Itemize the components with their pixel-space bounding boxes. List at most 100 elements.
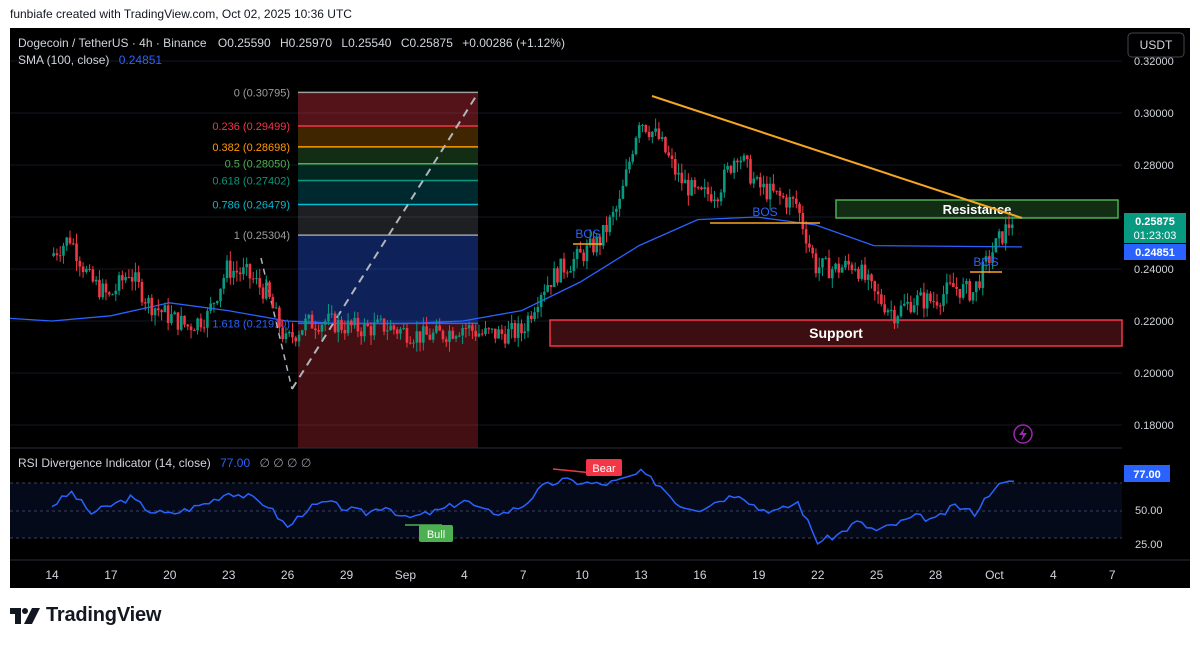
price-chart[interactable]: 0 (0.30795) 0.236 (0.29499) 0.382 (0.28698… [10,28,1190,588]
candle-body[interactable] [804,229,808,244]
candle-body[interactable] [490,328,494,330]
candle-body[interactable] [212,303,216,305]
candle-body[interactable] [261,287,265,299]
candle-body[interactable] [137,272,140,283]
candle-body[interactable] [88,268,91,270]
candle-body[interactable] [520,323,523,334]
candle-body[interactable] [876,291,880,295]
candle-body[interactable] [422,326,425,343]
candle-body[interactable] [651,131,654,138]
candle-body[interactable] [268,282,271,297]
candle-body[interactable] [893,309,896,324]
candle-body[interactable] [1010,224,1014,228]
candle-body[interactable] [111,294,114,296]
candle-body[interactable] [428,334,432,340]
candle-body[interactable] [1007,224,1011,228]
candle-body[interactable] [961,284,965,298]
candle-body[interactable] [183,315,186,325]
candle-body[interactable] [896,316,900,324]
candle-body[interactable] [392,325,396,330]
candle-body[interactable] [719,192,723,202]
candle-body[interactable] [615,208,618,212]
sma-line[interactable] [10,216,1023,325]
candle-body[interactable] [585,245,589,262]
candle-body[interactable] [500,329,504,335]
candle-body[interactable] [732,160,736,173]
candle-body[interactable] [330,313,334,315]
candle-body[interactable] [425,326,428,335]
candle-body[interactable] [448,330,451,342]
candle-body[interactable] [850,264,854,271]
candle-body[interactable] [562,258,566,273]
candle-body[interactable] [749,159,752,184]
candle-body[interactable] [170,314,173,323]
candle-body[interactable] [202,327,206,329]
candle-body[interactable] [55,253,59,256]
candle-body[interactable] [372,322,376,336]
candle-body[interactable] [546,285,549,292]
candle-body[interactable] [399,329,402,334]
candle-body[interactable] [317,330,320,332]
candle-body[interactable] [713,199,716,202]
candle-body[interactable] [529,315,533,320]
candle-body[interactable] [759,177,762,188]
candle-body[interactable] [824,257,828,259]
candle-body[interactable] [310,314,314,329]
candle-body[interactable] [294,337,298,342]
candle-body[interactable] [886,310,890,313]
candle-body[interactable] [857,268,860,279]
symbol-legend[interactable]: Dogecoin / TetherUS · 4h · Binance O0.25… [18,36,565,67]
candle-body[interactable] [353,317,356,326]
candle-body[interactable] [153,308,157,316]
candle-body[interactable] [176,312,180,330]
candle-body[interactable] [693,180,697,188]
candle-body[interactable] [683,179,687,184]
candle-body[interactable] [209,303,212,311]
candle-body[interactable] [363,323,366,337]
candle-body[interactable] [536,307,540,313]
candle-body[interactable] [98,279,101,298]
time-axis[interactable]: 14 17 20 23 26 29 Sep 4 7 10 13 16 19 22 25 28 Oct 4 7 [45,568,1116,582]
candle-body[interactable] [565,272,569,274]
candle-body[interactable] [389,325,392,331]
candle-body[interactable] [484,328,487,335]
candle-body[interactable] [94,279,98,282]
candle-body[interactable] [441,330,445,340]
candle-body[interactable] [880,294,883,305]
candle-body[interactable] [255,278,258,280]
candle-body[interactable] [791,197,795,199]
lightning-icon[interactable] [1013,424,1033,444]
candle-body[interactable] [71,243,75,245]
candle-body[interactable] [821,258,824,268]
candle-body[interactable] [929,293,932,302]
candle-body[interactable] [323,321,327,325]
candle-body[interactable] [899,305,903,317]
candle-body[interactable] [376,319,379,323]
candle-body[interactable] [343,329,347,334]
candle-body[interactable] [889,309,893,311]
candle-body[interactable] [549,285,553,288]
candle-body[interactable] [251,278,255,280]
candle-body[interactable] [611,211,615,217]
candle-body[interactable] [703,187,706,190]
candle-body[interactable] [801,213,805,230]
candle-body[interactable] [817,267,821,274]
candle-body[interactable] [752,178,756,184]
candle-body[interactable] [379,318,383,320]
candle-body[interactable] [386,330,389,332]
candle-body[interactable] [608,216,612,233]
candle-body[interactable] [242,267,245,275]
candle-body[interactable] [997,231,1001,239]
candle-body[interactable] [637,125,641,138]
candle-body[interactable] [235,270,239,273]
candle-body[interactable] [575,248,579,260]
candle-body[interactable] [274,307,278,309]
candle-body[interactable] [163,305,167,313]
candle-body[interactable] [431,332,435,340]
candle-body[interactable] [101,283,105,298]
candle-body[interactable] [150,297,154,316]
candle-body[interactable] [902,303,906,306]
candle-body[interactable] [618,198,621,209]
candle-body[interactable] [922,292,926,309]
candle-body[interactable] [444,339,448,342]
